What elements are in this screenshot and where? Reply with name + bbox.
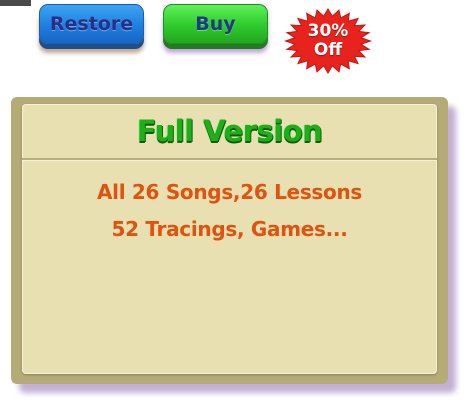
panel-header: Full Version <box>22 104 437 160</box>
feature-line-songs: All 26 Songs,26 Lessons <box>96 180 363 204</box>
buy-button[interactable]: Buy <box>163 4 268 44</box>
discount-badge: 30% Off <box>283 8 373 74</box>
corner-tab <box>0 0 31 6</box>
feature-line-tracings: 52 Tracings, Games... <box>111 217 348 241</box>
restore-button-label: Restore <box>49 13 134 35</box>
restore-button[interactable]: Restore <box>39 4 144 44</box>
panel-content: Full Version All 26 Songs,26 Lessons 52 … <box>22 104 437 374</box>
buy-button-label: Buy <box>195 13 236 35</box>
discount-percent: 30% <box>307 21 349 41</box>
full-version-panel: Full Version All 26 Songs,26 Lessons 52 … <box>11 97 448 384</box>
feature-list: All 26 Songs,26 Lessons 52 Tracings, Gam… <box>22 174 437 248</box>
discount-off-label: Off <box>313 40 343 60</box>
panel-title: Full Version <box>136 114 323 148</box>
